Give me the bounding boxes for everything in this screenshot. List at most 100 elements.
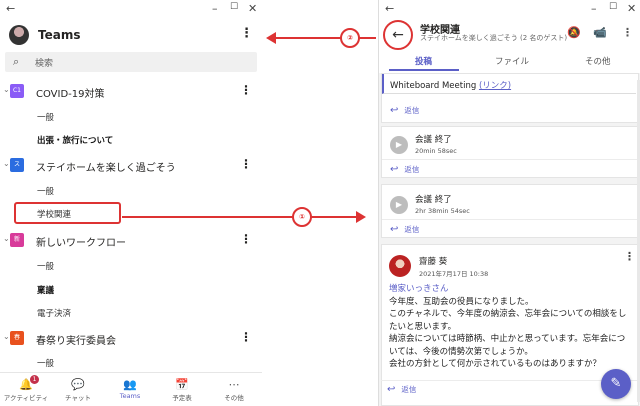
minimize-icon[interactable]: – [212,2,218,15]
nav-label: Teams [119,392,141,400]
channel-general[interactable]: 一般 [37,357,54,369]
author-avatar[interactable] [389,255,411,277]
whiteboard-link[interactable]: (リンク) [479,81,511,91]
arrow-head [356,211,366,223]
team-covid[interactable]: ⌄ C1 COVID-19対策 ⋮ [0,80,262,102]
close-icon[interactable]: ✕ [248,2,257,15]
nav-activity[interactable]: 🔔 1 アクティビティ [0,375,52,402]
step-2-marker: ② [340,28,360,48]
arrow-line [274,37,376,39]
nav-more[interactable]: ⋯ その他 [208,378,260,402]
nav-chat[interactable]: 💬 チャット [52,378,104,402]
arrow-left-icon: ← [392,27,404,43]
reply-icon: ↩ [390,164,399,175]
team-name: 新しいワークフロー [36,238,126,249]
back-button[interactable]: ← [383,20,413,50]
team-more-icon[interactable]: ⋮ [240,83,252,97]
window-bar: ← – ☐ ✕ [379,0,640,18]
nav-label: その他 [224,394,244,402]
post-line: いては、今後の情勢次第でしょうか。 [389,346,533,357]
user-avatar[interactable] [9,25,29,45]
divider [382,159,640,160]
tab-posts[interactable]: 投稿 [415,55,432,67]
compose-icon: ✎ [610,376,622,391]
maximize-icon[interactable]: ☐ [609,2,617,12]
nav-teams[interactable]: 👥 Teams [104,378,156,400]
tab-other[interactable]: その他 [585,55,611,67]
team-more-icon[interactable]: ⋮ [240,157,252,171]
video-call-icon[interactable]: 📹 [593,26,607,39]
search-placeholder: 検索 [35,59,54,69]
team-tile: 新 [10,233,24,247]
channel-travel[interactable]: 出張・旅行について [37,134,113,146]
meeting-duration: 20min 58sec [415,147,457,155]
minimize-icon[interactable]: – [591,2,597,15]
reply-label: 返信 [404,225,420,234]
nav-calendar[interactable]: 📅 予定表 [156,378,208,402]
team-tile: 春 [10,331,24,345]
search-icon: ⌕ [13,55,20,68]
window-back-icon[interactable]: ← [385,2,394,15]
post-line: このチャネルで、今年度の納涼会、忘年会についての相談をし [389,309,627,319]
meeting-duration: 2hr 38min 54sec [415,207,470,215]
bell-icon: 🔔 [19,378,33,391]
arrow-line [122,216,358,218]
teams-header: Teams ⋮ [0,20,262,50]
bottom-nav: 🔔 1 アクティビティ 💬 チャット 👥 Teams 📅 予定表 ⋯ その他 [0,372,262,406]
reply-button[interactable]: ↩ 返信 [387,384,416,395]
post-line: 会社の方針として何か示されているものはありますか？ [389,359,601,369]
meeting-icon: ▶ [390,196,408,214]
channel-more-icon[interactable]: ⋮ [622,26,633,39]
channel-ringi[interactable]: 稟議 [37,284,54,296]
tab-files[interactable]: ファイル [495,55,529,67]
nav-label: 予定表 [172,394,192,402]
post-date: 2021年7月17日 10:38 [419,270,489,278]
chevron-down-icon[interactable]: ⌄ [3,159,10,168]
chevron-down-icon[interactable]: ⌄ [3,332,10,341]
search-input[interactable]: ⌕ 検索 [5,52,257,72]
tab-indicator [389,69,459,71]
team-more-icon[interactable]: ⋮ [240,232,252,246]
team-more-icon[interactable]: ⋮ [240,330,252,344]
channel-e-approval[interactable]: 電子決済 [37,307,71,319]
team-workflow[interactable]: ⌄ 新 新しいワークフロー ⋮ [0,229,262,251]
calendar-icon: 📅 [175,378,189,391]
mention[interactable]: 増家いっきさん [389,283,634,296]
header-more-icon[interactable]: ⋮ [240,26,253,41]
meeting-card: ▶ 会議 終了 2hr 38min 54sec ↩ 返信 [381,184,640,238]
selected-channel-highlight [14,202,121,224]
channel-general[interactable]: 一般 [37,111,54,123]
post-line: 納涼会については時節柄、中止かと思っています。忘年会につ [389,334,626,344]
compose-button[interactable]: ✎ [601,369,631,399]
reply-icon: ↩ [387,384,396,395]
teams-list-pane: ← – ☐ ✕ Teams ⋮ ⌕ 検索 ⌄ C1 COVID-19対策 ⋮ 一… [0,0,262,406]
reply-button[interactable]: ↩ 返信 [390,224,419,235]
divider [382,219,640,220]
reply-button[interactable]: ↩ 返信 [390,164,419,175]
teams-icon: 👥 [123,378,137,391]
meeting-title: 会議 終了 [415,135,452,145]
bell-off-icon[interactable]: 🔕 [567,26,581,39]
channel-general[interactable]: 一般 [37,185,54,197]
chevron-down-icon[interactable]: ⌄ [3,85,10,94]
channel-header: ← – ☐ ✕ ← 学校関連 ステイホームを楽しく過ごそう (2 名のゲスト) … [379,0,640,73]
team-stayhome[interactable]: ⌄ ス ステイホームを楽しく過ごそう ⋮ [0,154,262,176]
chat-icon: 💬 [71,378,85,391]
reply-icon: ↩ [390,105,399,116]
team-tile: C1 [10,84,24,98]
meeting-title: 会議 終了 [415,195,452,205]
close-icon[interactable]: ✕ [627,2,636,15]
whiteboard-text: Whiteboard Meeting [390,81,479,91]
post-line: 今年度、互助会の役員になりました。 [389,296,534,307]
post-line: たいと思います。 [389,321,457,332]
channel-general[interactable]: 一般 [37,260,54,272]
chevron-down-icon[interactable]: ⌄ [3,234,10,243]
post-more-icon[interactable]: ⋮ [624,250,635,263]
post-author: 齋藤 葵 [419,257,448,267]
nav-label: アクティビティ [3,394,49,402]
reply-button[interactable]: ↩ 返信 [390,105,419,116]
maximize-icon[interactable]: ☐ [230,2,238,12]
team-festival[interactable]: ⌄ 春 春祭り実行委員会 ⋮ [0,327,262,349]
window-back-icon[interactable]: ← [6,2,15,15]
nav-label: チャット [65,394,91,402]
